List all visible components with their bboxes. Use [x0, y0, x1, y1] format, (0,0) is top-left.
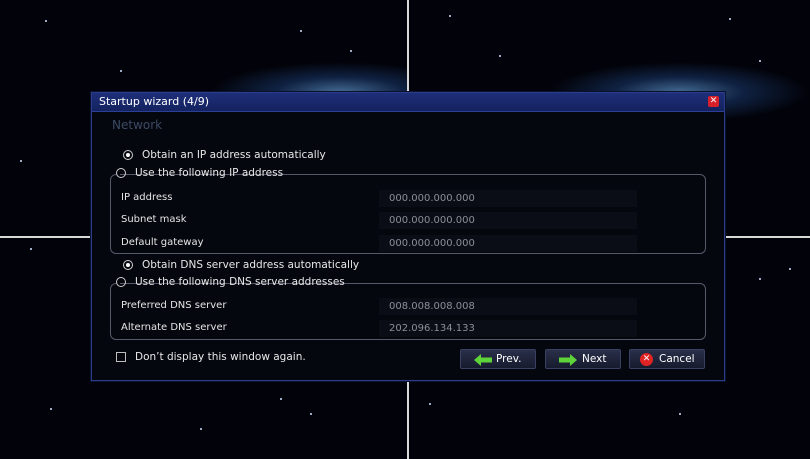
dont-display-label: Don’t display this window again.	[135, 351, 306, 363]
dont-display-checkbox[interactable]	[116, 352, 126, 362]
prev-button[interactable]: Prev.	[460, 349, 536, 369]
section-title: Network	[112, 118, 163, 132]
cancel-button-label: Cancel	[659, 353, 695, 365]
ip-address-row: IP address 000.000.000.000	[121, 190, 701, 208]
ip-auto-label: Obtain an IP address automatically	[142, 149, 326, 161]
dns-manual-option[interactable]: Use the following DNS server addresses	[116, 276, 345, 290]
cancel-button[interactable]: ✕ Cancel	[629, 349, 705, 369]
preferred-dns-field[interactable]: 008.008.008.008	[379, 298, 637, 315]
subnet-mask-field[interactable]: 000.000.000.000	[379, 212, 637, 229]
arrow-right-icon	[559, 354, 577, 366]
cancel-icon: ✕	[640, 353, 653, 366]
dialog-titlebar: Startup wizard (4/9) ✕	[92, 93, 724, 112]
ip-address-field[interactable]: 000.000.000.000	[379, 190, 637, 207]
close-icon[interactable]: ✕	[708, 96, 719, 107]
dns-manual-radio[interactable]	[116, 277, 126, 287]
default-gateway-field[interactable]: 000.000.000.000	[379, 235, 637, 252]
arrow-left-icon	[474, 354, 492, 366]
dns-manual-group: Preferred DNS server 008.008.008.008 Alt…	[110, 283, 706, 340]
default-gateway-label: Default gateway	[121, 237, 204, 248]
ip-auto-radio[interactable]	[123, 150, 133, 160]
prev-button-label: Prev.	[496, 353, 522, 365]
ip-manual-group: IP address 000.000.000.000 Subnet mask 0…	[110, 174, 706, 254]
alternate-dns-row: Alternate DNS server 202.096.134.133	[121, 320, 701, 338]
dns-auto-label: Obtain DNS server address automatically	[142, 259, 360, 271]
preferred-dns-row: Preferred DNS server 008.008.008.008	[121, 298, 701, 316]
ip-manual-label: Use the following IP address	[135, 167, 284, 179]
dns-manual-label: Use the following DNS server addresses	[135, 276, 345, 288]
ip-manual-radio[interactable]	[116, 168, 126, 178]
dialog-title: Startup wizard (4/9)	[99, 95, 209, 108]
default-gateway-row: Default gateway 000.000.000.000	[121, 235, 701, 253]
next-button[interactable]: Next	[545, 349, 621, 369]
next-button-label: Next	[582, 353, 607, 365]
alternate-dns-field[interactable]: 202.096.134.133	[379, 320, 637, 337]
ip-manual-option[interactable]: Use the following IP address	[116, 167, 283, 181]
dns-auto-radio[interactable]	[123, 260, 133, 270]
alternate-dns-label: Alternate DNS server	[121, 322, 227, 333]
ip-address-label: IP address	[121, 192, 173, 203]
startup-wizard-dialog: Startup wizard (4/9) ✕ Network Obtain an…	[91, 92, 725, 381]
preferred-dns-label: Preferred DNS server	[121, 300, 227, 311]
subnet-mask-label: Subnet mask	[121, 214, 187, 225]
subnet-mask-row: Subnet mask 000.000.000.000	[121, 212, 701, 230]
